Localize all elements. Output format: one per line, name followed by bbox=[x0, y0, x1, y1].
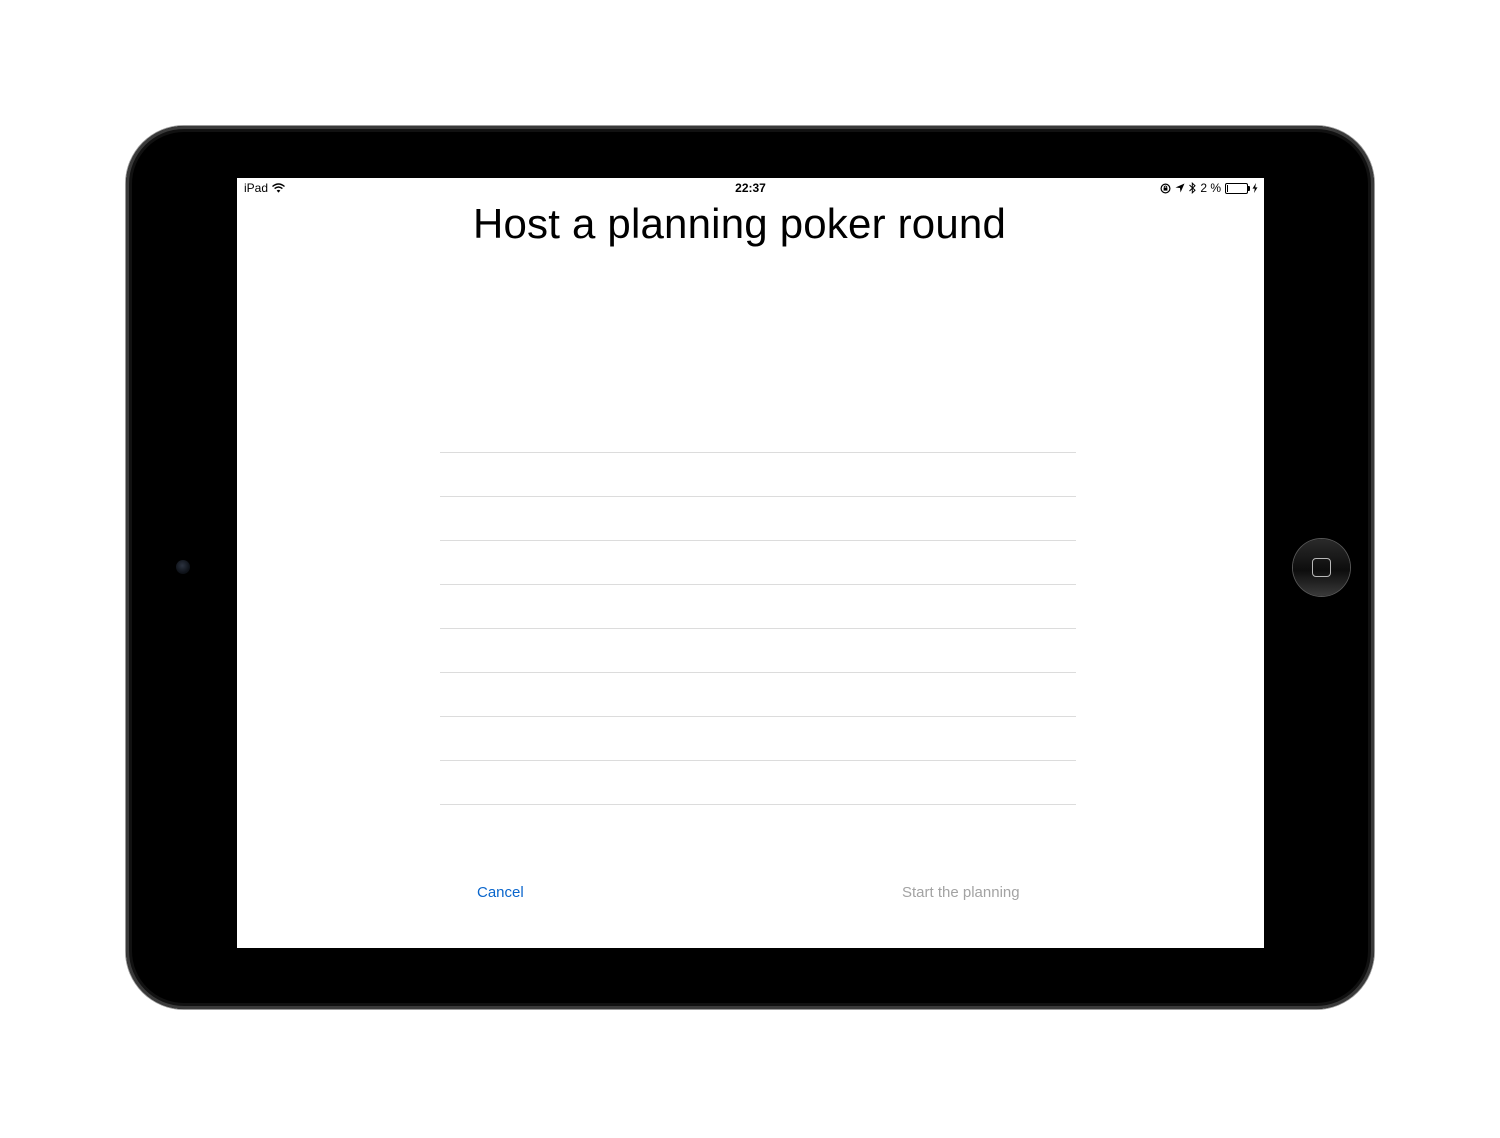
list-item[interactable] bbox=[440, 716, 1076, 760]
location-arrow-icon bbox=[1175, 183, 1185, 193]
bluetooth-icon bbox=[1189, 182, 1197, 194]
list-item[interactable] bbox=[440, 496, 1076, 540]
cancel-button[interactable]: Cancel bbox=[477, 884, 524, 901]
page-title: Host a planning poker round bbox=[472, 200, 1007, 247]
battery-percent: 2 % bbox=[1200, 181, 1221, 195]
list-item[interactable] bbox=[440, 672, 1076, 716]
list-item[interactable] bbox=[440, 584, 1076, 628]
list-item[interactable] bbox=[440, 760, 1076, 805]
camera-icon bbox=[176, 560, 190, 574]
list-item[interactable] bbox=[440, 540, 1076, 584]
participants-list bbox=[440, 452, 1076, 805]
start-planning-button[interactable]: Start the planning bbox=[902, 884, 1020, 901]
status-time: 22:37 bbox=[735, 181, 766, 195]
status-right: 2 % bbox=[1160, 181, 1258, 195]
status-bar: iPad 22:37 2 % bbox=[237, 178, 1264, 198]
app-screen: iPad 22:37 2 % Host a planning poker rou… bbox=[237, 178, 1264, 948]
list-item[interactable] bbox=[440, 452, 1076, 496]
charging-bolt-icon bbox=[1252, 183, 1258, 193]
battery-level-fill bbox=[1227, 184, 1228, 192]
battery-icon bbox=[1225, 182, 1250, 194]
rotation-lock-icon bbox=[1160, 182, 1171, 194]
home-square-icon bbox=[1312, 558, 1331, 577]
list-item[interactable] bbox=[440, 628, 1076, 672]
home-button[interactable] bbox=[1293, 539, 1350, 596]
